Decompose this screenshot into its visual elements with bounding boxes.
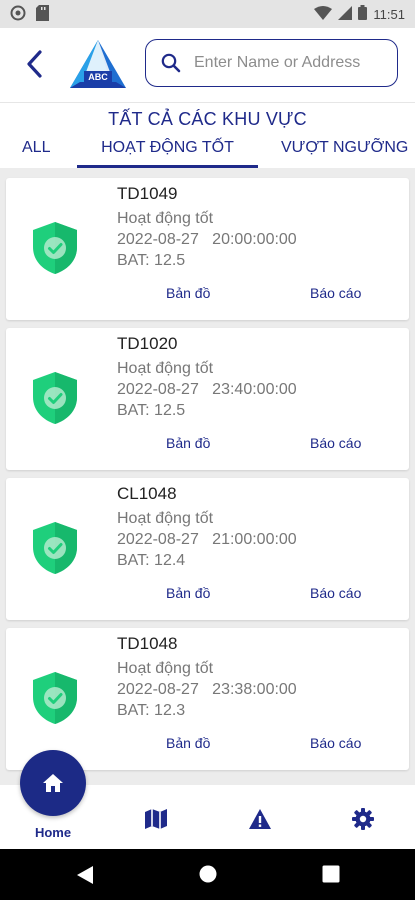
home-circle-icon xyxy=(199,865,217,883)
search-box[interactable] xyxy=(145,39,398,87)
device-timestamp: 2022-08-27 23:38:00:00 xyxy=(117,681,297,698)
report-link[interactable]: Báo cáo xyxy=(310,285,361,301)
sd-card-icon xyxy=(36,4,49,24)
device-status: Hoạt động tốt xyxy=(117,510,214,527)
home-label: Home xyxy=(34,825,72,840)
back-button[interactable] xyxy=(16,46,52,82)
abc-logo: ABC xyxy=(70,40,126,88)
device-list: TD1049 Hoạt động tốt 2022-08-27 20:00:00… xyxy=(6,178,409,778)
system-back-button[interactable] xyxy=(76,865,94,890)
active-tab-indicator xyxy=(77,165,258,168)
device-card[interactable]: TD1049 Hoạt động tốt 2022-08-27 20:00:00… xyxy=(6,178,409,320)
map-link[interactable]: Bản đồ xyxy=(166,435,210,451)
map-link[interactable]: Bản đồ xyxy=(166,585,210,601)
nav-map-button[interactable] xyxy=(143,806,169,832)
status-bar: 11:51 xyxy=(0,0,415,28)
region-bar: TẤT CẢ CÁC KHU VỰC ALL HOẠT ĐỘNG TỐT VƯỢ… xyxy=(0,102,415,168)
recents-square-icon xyxy=(322,865,340,883)
shield-check-icon xyxy=(33,522,77,574)
sync-circle-icon xyxy=(10,5,26,24)
system-nav-bar xyxy=(0,849,415,900)
device-battery: BAT: 12.5 xyxy=(117,402,186,419)
device-id: TD1049 xyxy=(117,184,178,203)
map-icon xyxy=(145,809,167,829)
search-icon xyxy=(161,53,181,73)
device-id: TD1048 xyxy=(117,634,178,653)
device-timestamp: 2022-08-27 20:00:00:00 xyxy=(117,231,297,248)
device-card[interactable]: CL1048 Hoạt động tốt 2022-08-27 21:00:00… xyxy=(6,478,409,620)
report-link[interactable]: Báo cáo xyxy=(310,735,361,751)
wifi-icon xyxy=(314,5,333,23)
status-right: 11:51 xyxy=(314,5,405,23)
shield-check-icon xyxy=(33,222,77,274)
tab-over-threshold[interactable]: VƯỢT NGƯỠNG xyxy=(281,139,408,165)
device-id: CL1048 xyxy=(117,484,177,503)
search-input[interactable] xyxy=(194,54,394,72)
settings-icon xyxy=(352,808,374,830)
signal-icon xyxy=(338,5,353,23)
battery-icon xyxy=(358,5,368,23)
status-time: 11:51 xyxy=(373,6,405,22)
device-status: Hoạt động tốt xyxy=(117,360,214,377)
svg-text:ABC: ABC xyxy=(88,72,108,82)
report-link[interactable]: Báo cáo xyxy=(310,585,361,601)
report-link[interactable]: Báo cáo xyxy=(310,435,361,451)
device-battery: BAT: 12.3 xyxy=(117,702,186,719)
status-left xyxy=(10,4,49,24)
system-recents-button[interactable] xyxy=(322,865,340,888)
device-timestamp: 2022-08-27 23:40:00:00 xyxy=(117,381,297,398)
device-battery: BAT: 12.4 xyxy=(117,552,186,569)
shield-check-icon xyxy=(33,372,77,424)
nav-alert-button[interactable] xyxy=(247,806,273,832)
home-button[interactable] xyxy=(20,750,86,816)
device-card[interactable]: TD1048 Hoạt động tốt 2022-08-27 23:38:00… xyxy=(6,628,409,770)
shield-check-icon xyxy=(33,672,77,724)
device-timestamp: 2022-08-27 21:00:00:00 xyxy=(117,531,297,548)
back-triangle-icon xyxy=(77,866,93,884)
device-battery: BAT: 12.5 xyxy=(117,252,186,269)
system-home-button[interactable] xyxy=(199,865,217,888)
map-link[interactable]: Bản đồ xyxy=(166,735,210,751)
warning-icon xyxy=(249,809,271,829)
map-link[interactable]: Bản đồ xyxy=(166,285,210,301)
device-card[interactable]: TD1020 Hoạt động tốt 2022-08-27 23:40:00… xyxy=(6,328,409,470)
tab-all[interactable]: ALL xyxy=(22,139,50,165)
tab-good-operation[interactable]: HOẠT ĐỘNG TỐT xyxy=(77,139,258,165)
home-icon xyxy=(43,774,63,792)
device-id: TD1020 xyxy=(117,334,178,353)
device-status: Hoạt động tốt xyxy=(117,660,214,677)
device-status: Hoạt động tốt xyxy=(117,210,214,227)
chevron-left-icon xyxy=(27,50,42,78)
app-header: ABC xyxy=(0,28,415,102)
nav-settings-button[interactable] xyxy=(350,806,376,832)
region-title: TẤT CẢ CÁC KHU VỰC xyxy=(108,109,307,129)
